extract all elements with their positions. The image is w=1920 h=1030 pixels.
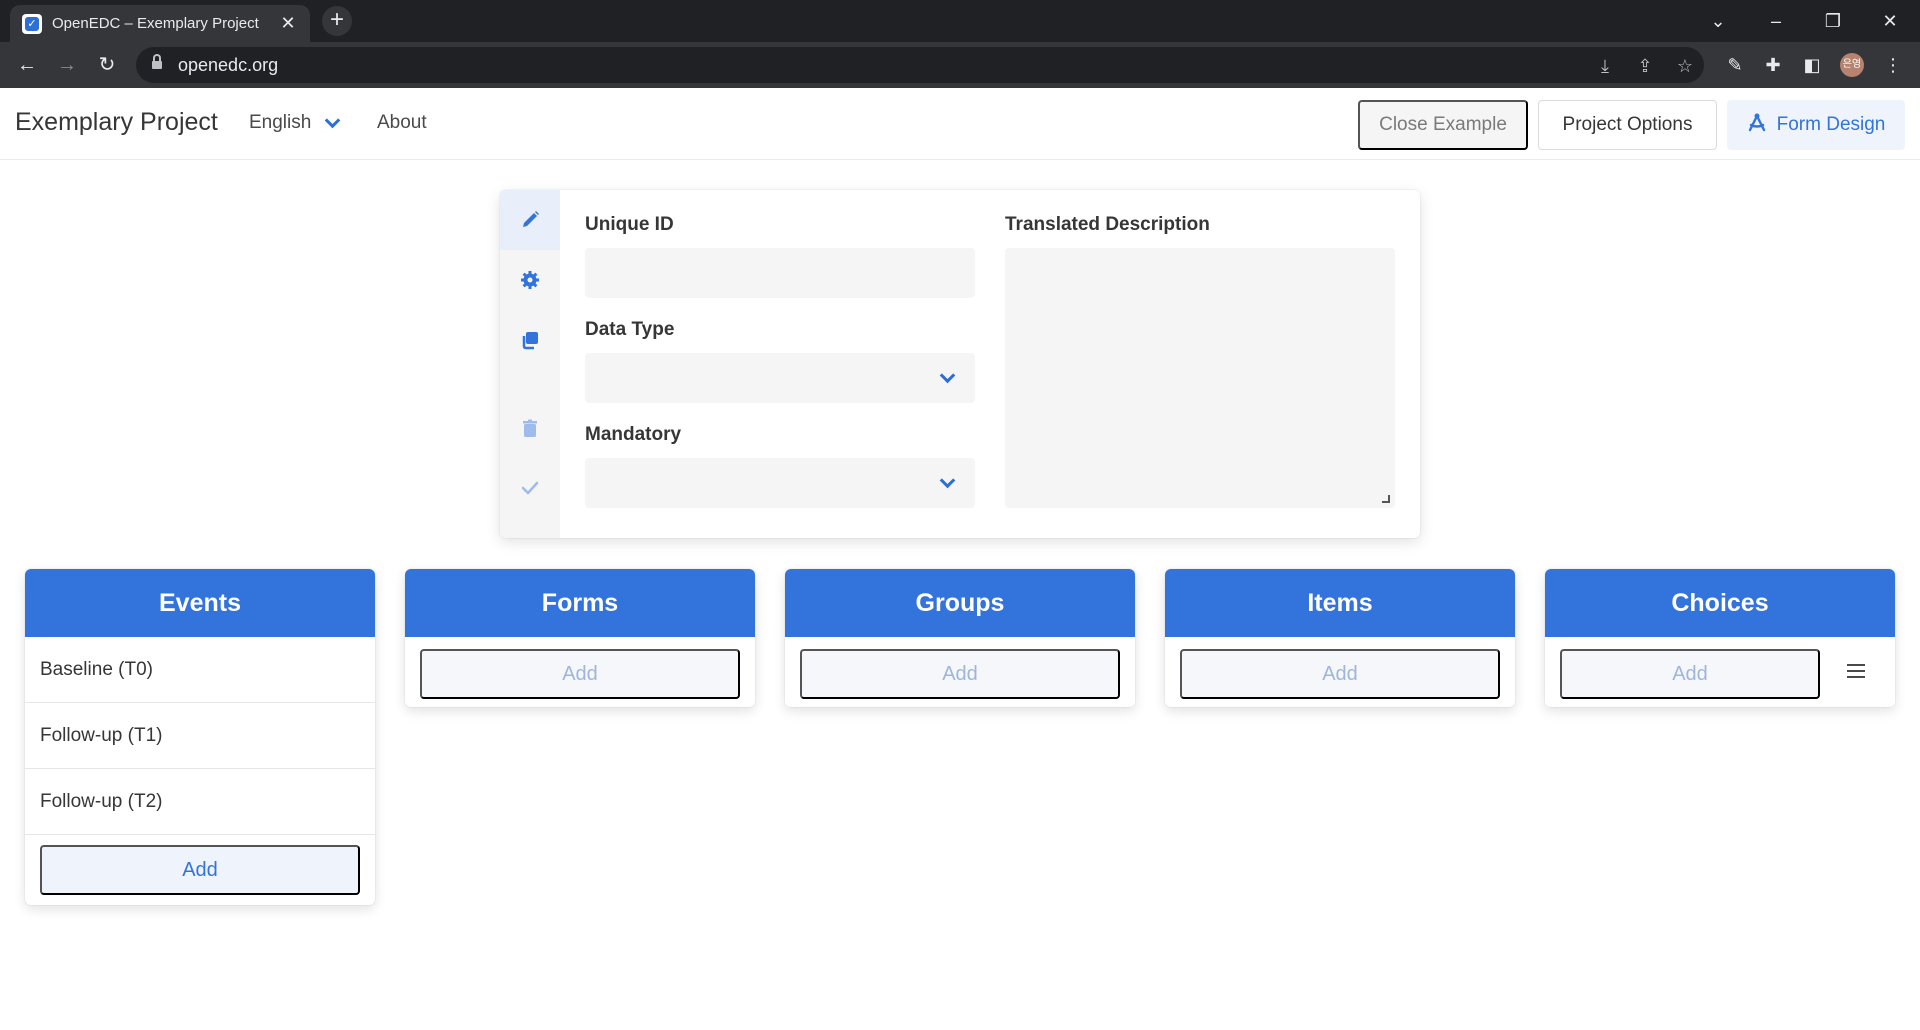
groups-header: Groups bbox=[785, 569, 1135, 637]
add-item-button[interactable]: Add bbox=[1180, 649, 1500, 699]
tab-close-icon[interactable]: ✕ bbox=[278, 13, 298, 34]
event-item[interactable]: Baseline (T0) bbox=[25, 637, 375, 703]
forms-column: Forms Add bbox=[405, 569, 755, 707]
event-item[interactable]: Follow-up (T1) bbox=[25, 703, 375, 769]
new-tab-button[interactable]: + bbox=[322, 6, 352, 36]
choices-header: Choices bbox=[1545, 569, 1895, 637]
data-type-select[interactable] bbox=[585, 353, 975, 403]
minimize-button[interactable]: – bbox=[1756, 6, 1796, 36]
chevron-down-icon bbox=[939, 472, 956, 489]
element-details-panel: Unique ID Data Type Mandatory Translated… bbox=[500, 190, 1420, 538]
kebab-menu-icon[interactable]: ⋮ bbox=[1878, 50, 1908, 80]
choices-column: Choices Add bbox=[1545, 569, 1895, 707]
extension-icon[interactable]: ✎ bbox=[1720, 50, 1750, 80]
install-icon[interactable]: ⤓ bbox=[1592, 53, 1618, 79]
forms-header: Forms bbox=[405, 569, 755, 637]
add-event-button[interactable]: Add bbox=[40, 845, 360, 895]
mandatory-select[interactable] bbox=[585, 458, 975, 508]
browser-tab[interactable]: ✓ OpenEDC – Exemplary Project ✕ bbox=[10, 5, 310, 42]
profile-avatar[interactable]: 은영 bbox=[1840, 53, 1864, 77]
about-link[interactable]: About bbox=[377, 112, 427, 134]
mandatory-label: Mandatory bbox=[585, 424, 682, 445]
project-options-button[interactable]: Project Options bbox=[1538, 100, 1717, 150]
compass-drafting-icon bbox=[1747, 112, 1767, 138]
items-header: Items bbox=[1165, 569, 1515, 637]
favicon-icon: ✓ bbox=[22, 13, 42, 34]
add-choice-button[interactable]: Add bbox=[1560, 649, 1820, 699]
duplicate-clone-icon[interactable] bbox=[500, 310, 560, 370]
events-column: Events Baseline (T0) Follow-up (T1) Foll… bbox=[25, 569, 375, 905]
restore-button[interactable]: ❐ bbox=[1813, 6, 1853, 36]
hamburger-menu-icon[interactable] bbox=[1847, 664, 1865, 678]
project-title[interactable]: Exemplary Project bbox=[15, 108, 218, 137]
translated-description-textarea[interactable] bbox=[1005, 248, 1395, 508]
language-label: English bbox=[249, 112, 312, 133]
tab-title: OpenEDC – Exemplary Project bbox=[52, 15, 259, 32]
form-design-label: Form Design bbox=[1776, 114, 1886, 135]
app-navbar: Exemplary Project English About Close Ex… bbox=[0, 88, 1920, 160]
tab-search-icon[interactable]: ⌄ bbox=[1698, 6, 1738, 36]
close-example-button[interactable]: Close Example bbox=[1358, 100, 1528, 150]
back-icon[interactable]: ← bbox=[12, 50, 42, 80]
address-bar[interactable]: openedc.org ⤓ ⇪ ☆ bbox=[136, 47, 1704, 83]
forward-icon[interactable]: → bbox=[52, 50, 82, 80]
resize-handle-icon[interactable] bbox=[1382, 495, 1390, 503]
panel-sidebar bbox=[500, 190, 560, 538]
chevron-down-icon bbox=[325, 112, 341, 128]
puzzle-extensions-icon[interactable]: ✚ bbox=[1758, 50, 1788, 80]
unique-id-label: Unique ID bbox=[585, 214, 674, 235]
trash-delete-icon[interactable] bbox=[500, 398, 560, 458]
settings-gear-icon[interactable] bbox=[500, 250, 560, 310]
event-item[interactable]: Follow-up (T2) bbox=[25, 769, 375, 835]
form-design-button[interactable]: Form Design bbox=[1727, 100, 1905, 150]
translated-description-label: Translated Description bbox=[1005, 214, 1210, 235]
add-group-button[interactable]: Add bbox=[800, 649, 1120, 699]
language-dropdown[interactable]: English bbox=[249, 112, 341, 134]
add-form-button[interactable]: Add bbox=[420, 649, 740, 699]
share-icon[interactable]: ⇪ bbox=[1632, 53, 1658, 79]
items-column: Items Add bbox=[1165, 569, 1515, 707]
bookmark-star-icon[interactable]: ☆ bbox=[1672, 53, 1698, 79]
window-close-button[interactable]: ✕ bbox=[1870, 6, 1910, 36]
groups-column: Groups Add bbox=[785, 569, 1135, 707]
reload-icon[interactable]: ↻ bbox=[92, 50, 122, 80]
url-text: openedc.org bbox=[178, 54, 279, 75]
confirm-check-icon[interactable] bbox=[500, 458, 560, 518]
browser-toolbar: ← → ↻ openedc.org ⤓ ⇪ ☆ ✎ ✚ ◧ 은영 ⋮ bbox=[0, 42, 1920, 88]
unique-id-input[interactable] bbox=[585, 248, 975, 298]
edit-pencil-icon[interactable] bbox=[500, 190, 560, 250]
browser-tab-strip: ✓ OpenEDC – Exemplary Project ✕ + ⌄ – ❐ … bbox=[0, 0, 1920, 42]
events-header: Events bbox=[25, 569, 375, 637]
side-panel-icon[interactable]: ◧ bbox=[1797, 50, 1827, 80]
lock-icon bbox=[152, 54, 162, 71]
chevron-down-icon bbox=[939, 367, 956, 384]
data-type-label: Data Type bbox=[585, 319, 675, 340]
